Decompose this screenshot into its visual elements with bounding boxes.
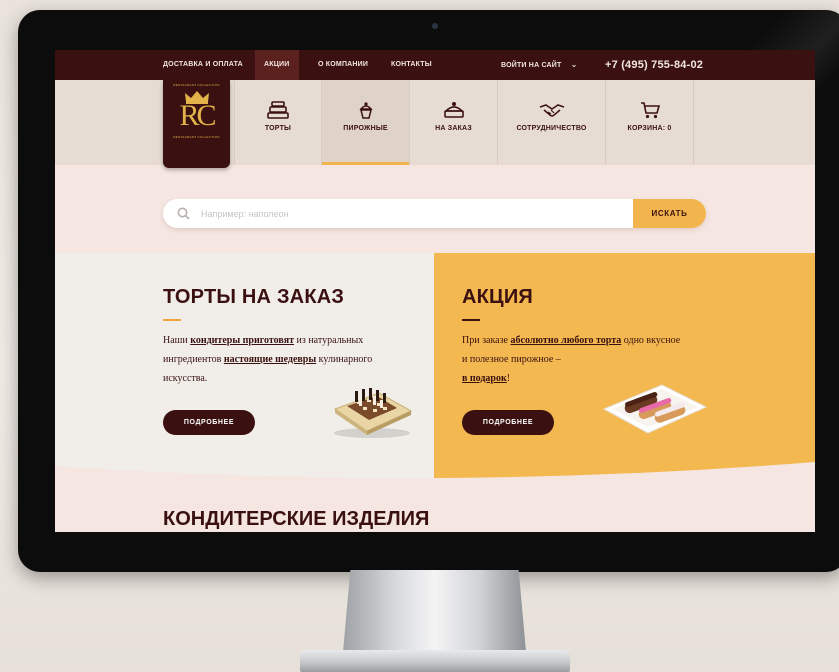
promo-title: ТОРТЫ НА ЗАКАЗ <box>163 286 345 308</box>
promo-text-part: ! <box>506 373 511 384</box>
chevron-down-icon: ⌄ <box>570 60 578 69</box>
nav-item-cooperation[interactable]: СОТРУДНИЧЕСТВО <box>498 80 606 165</box>
promo-text-part: При заказе <box>462 335 511 346</box>
webcam-dot <box>432 23 438 29</box>
login-dropdown[interactable]: ВОЙТИ НА САЙТ ⌄ <box>501 50 578 80</box>
nav-item-pastries[interactable]: ПИРОЖНЫЕ <box>322 80 410 165</box>
cupcake-icon <box>358 102 373 119</box>
chess-cake-image <box>333 388 413 438</box>
eclairs-plate-image <box>602 384 708 434</box>
topbar-link-contacts[interactable]: КОНТАКТЫ <box>391 50 432 80</box>
cake-layers-icon <box>267 101 289 119</box>
main-navbar: RESTAURANT COLLECTION RC RESTAURANT COLL… <box>55 80 815 168</box>
top-bar: ДОСТАВКА И ОПЛАТА АКЦИИ О КОМПАНИИ КОНТА… <box>55 50 815 80</box>
more-button[interactable]: ПОДРОБНЕЕ <box>462 410 554 435</box>
logo-tagline-bottom: RESTAURANT COLLECTION <box>173 135 220 139</box>
logo-tagline-top: RESTAURANT COLLECTION <box>173 83 220 87</box>
promo-custom-cakes: ТОРТЫ НА ЗАКАЗ Наши кондитеры приготовят… <box>55 253 434 479</box>
topbar-link-delivery[interactable]: ДОСТАВКА И ОПЛАТА <box>163 50 243 80</box>
nav-item-custom-order[interactable]: НА ЗАКАЗ <box>410 80 498 165</box>
monitor-base <box>300 650 570 672</box>
search-section: ИСКАТЬ <box>55 165 815 253</box>
topbar-link-about[interactable]: О КОМПАНИИ <box>318 50 368 80</box>
monitor-stand <box>343 570 526 652</box>
nav-item-label: ТОРТЫ <box>264 125 292 132</box>
title-underline <box>163 319 181 321</box>
website-screen: ДОСТАВКА И ОПЛАТА АКЦИИ О КОМПАНИИ КОНТА… <box>55 50 815 532</box>
logo[interactable]: RESTAURANT COLLECTION RC RESTAURANT COLL… <box>163 80 230 168</box>
promo-action: АКЦИЯ При заказе абсолютно любого торта … <box>434 253 815 479</box>
topbar-link-promotions[interactable]: АКЦИИ <box>255 50 299 80</box>
login-label: ВОЙТИ НА САЙТ <box>501 62 562 69</box>
title-underline <box>462 319 480 321</box>
any-cake-link[interactable]: абсолютно любого торта <box>511 335 622 346</box>
search-bar: ИСКАТЬ <box>163 199 706 228</box>
nav-item-cart[interactable]: КОРЗИНА: 0 <box>606 80 694 165</box>
wave-divider <box>55 462 815 488</box>
nav-item-cakes[interactable]: ТОРТЫ <box>234 80 322 165</box>
phone-number[interactable]: +7 (495) 755-84-02 <box>605 50 703 80</box>
nav-item-label: ПИРОЖНЫЕ <box>343 125 388 132</box>
section-title: КОНДИТЕРСКИЕ ИЗДЕЛИЯ <box>163 508 430 530</box>
nav-item-label: НА ЗАКАЗ <box>435 125 472 132</box>
confectioners-link[interactable]: кондитеры приготовят <box>190 335 294 346</box>
logo-monogram: RC <box>179 99 216 132</box>
nav-item-label: КОРЗИНА: 0 <box>627 125 672 132</box>
more-button[interactable]: ПОДРОБНЕЕ <box>163 410 255 435</box>
promo-title: АКЦИЯ <box>462 286 534 308</box>
nav-item-label: СОТРУДНИЧЕСТВО <box>516 125 587 132</box>
monitor-frame: ДОСТАВКА И ОПЛАТА АКЦИИ О КОМПАНИИ КОНТА… <box>18 10 839 572</box>
handshake-icon <box>539 104 564 117</box>
promo-text-part: Наши <box>163 335 191 346</box>
search-button[interactable]: ИСКАТЬ <box>633 199 706 228</box>
search-input[interactable] <box>201 199 621 228</box>
cake-order-icon <box>443 102 464 118</box>
search-icon <box>177 207 190 220</box>
cart-icon <box>640 102 660 119</box>
masterpieces-link[interactable]: настоящие шедевры <box>224 354 316 365</box>
as-gift-link[interactable]: в подарок <box>462 373 507 384</box>
